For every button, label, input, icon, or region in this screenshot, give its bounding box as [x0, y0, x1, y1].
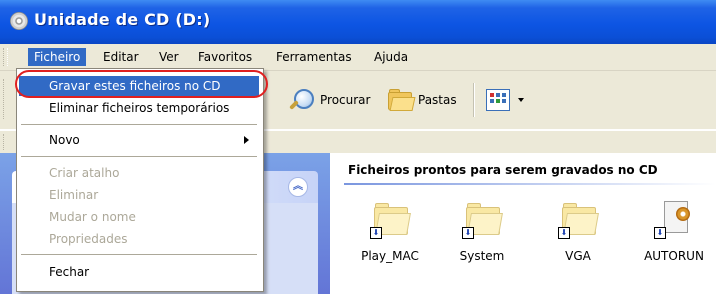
menu-ficheiro[interactable]: Ficheiro: [28, 48, 87, 66]
file-item-system[interactable]: ⬇ System: [442, 201, 522, 271]
menu-item-properties: Propriedades: [49, 232, 128, 246]
folder-icon: ⬇: [370, 201, 411, 239]
menu-editar[interactable]: Editar: [97, 48, 145, 66]
addressbar-grip[interactable]: [3, 134, 7, 150]
menu-bar: Ficheiro Editar Ver Favoritos Ferramenta…: [0, 44, 716, 71]
search-button[interactable]: Procurar: [288, 86, 370, 114]
menu-item-rename: Mudar o nome: [49, 210, 136, 224]
views-icon: [486, 89, 510, 111]
menu-item-close[interactable]: Fechar: [19, 262, 259, 282]
folders-button[interactable]: Pastas: [386, 86, 457, 114]
menu-ajuda[interactable]: Ajuda: [368, 48, 414, 66]
file-name: VGA: [565, 249, 591, 263]
views-button[interactable]: [486, 86, 524, 114]
folders-button-label: Pastas: [418, 93, 457, 107]
menu-item-burn-to-cd[interactable]: Gravar estes ficheiros no CD: [19, 76, 259, 96]
menu-ver[interactable]: Ver: [153, 48, 185, 66]
menu-ferramentas[interactable]: Ferramentas: [270, 48, 358, 66]
menu-item-new[interactable]: Novo: [19, 130, 259, 150]
file-item-vga[interactable]: ⬇ VGA: [538, 201, 618, 271]
file-item-autorun[interactable]: ⬇ AUTORUN: [634, 201, 714, 271]
search-icon: [288, 87, 314, 113]
section-divider: [344, 183, 716, 185]
menu-item-delete: Eliminar: [49, 188, 99, 202]
menu-separator: [21, 156, 257, 157]
autorun-file-icon: ⬇: [654, 201, 694, 239]
menu-favoritos[interactable]: Favoritos: [192, 48, 258, 66]
folders-icon: [386, 88, 416, 112]
pending-burn-icon: ⬇: [462, 227, 474, 239]
file-menu-dropdown: Gravar estes ficheiros no CD Eliminar fi…: [16, 68, 264, 292]
title-bar: Unidade de CD (D:): [0, 0, 716, 44]
pending-burn-icon: ⬇: [558, 227, 570, 239]
chevron-down-icon: [518, 98, 524, 102]
toolbar-grip[interactable]: [3, 79, 7, 119]
menu-separator: [21, 254, 257, 255]
submenu-arrow-icon: [244, 136, 249, 144]
menu-item-create-shortcut: Criar atalho: [49, 166, 120, 180]
menu-separator: [21, 124, 257, 125]
folder-icon: ⬇: [462, 201, 503, 239]
file-item-play-mac[interactable]: ⬇ Play_MAC: [350, 201, 430, 271]
pending-burn-icon: ⬇: [370, 227, 382, 239]
file-view: Ficheiros prontos para serem gravados no…: [330, 153, 716, 294]
chevron-up-double-icon[interactable]: ︽: [288, 177, 308, 197]
search-button-label: Procurar: [320, 93, 371, 107]
folder-icon: ⬇: [558, 201, 599, 239]
toolbar-separator: [473, 83, 475, 117]
file-name: System: [459, 249, 505, 263]
cd-drive-icon: [10, 12, 28, 30]
file-name: AUTORUN: [644, 249, 704, 263]
menubar-grip[interactable]: [3, 48, 8, 66]
section-title: Ficheiros prontos para serem gravados no…: [348, 163, 658, 177]
pending-burn-icon: ⬇: [654, 227, 666, 239]
menu-item-delete-temp-files[interactable]: Eliminar ficheiros temporários: [19, 98, 259, 118]
window-title: Unidade de CD (D:): [34, 10, 211, 29]
file-name: Play_MAC: [361, 249, 419, 263]
